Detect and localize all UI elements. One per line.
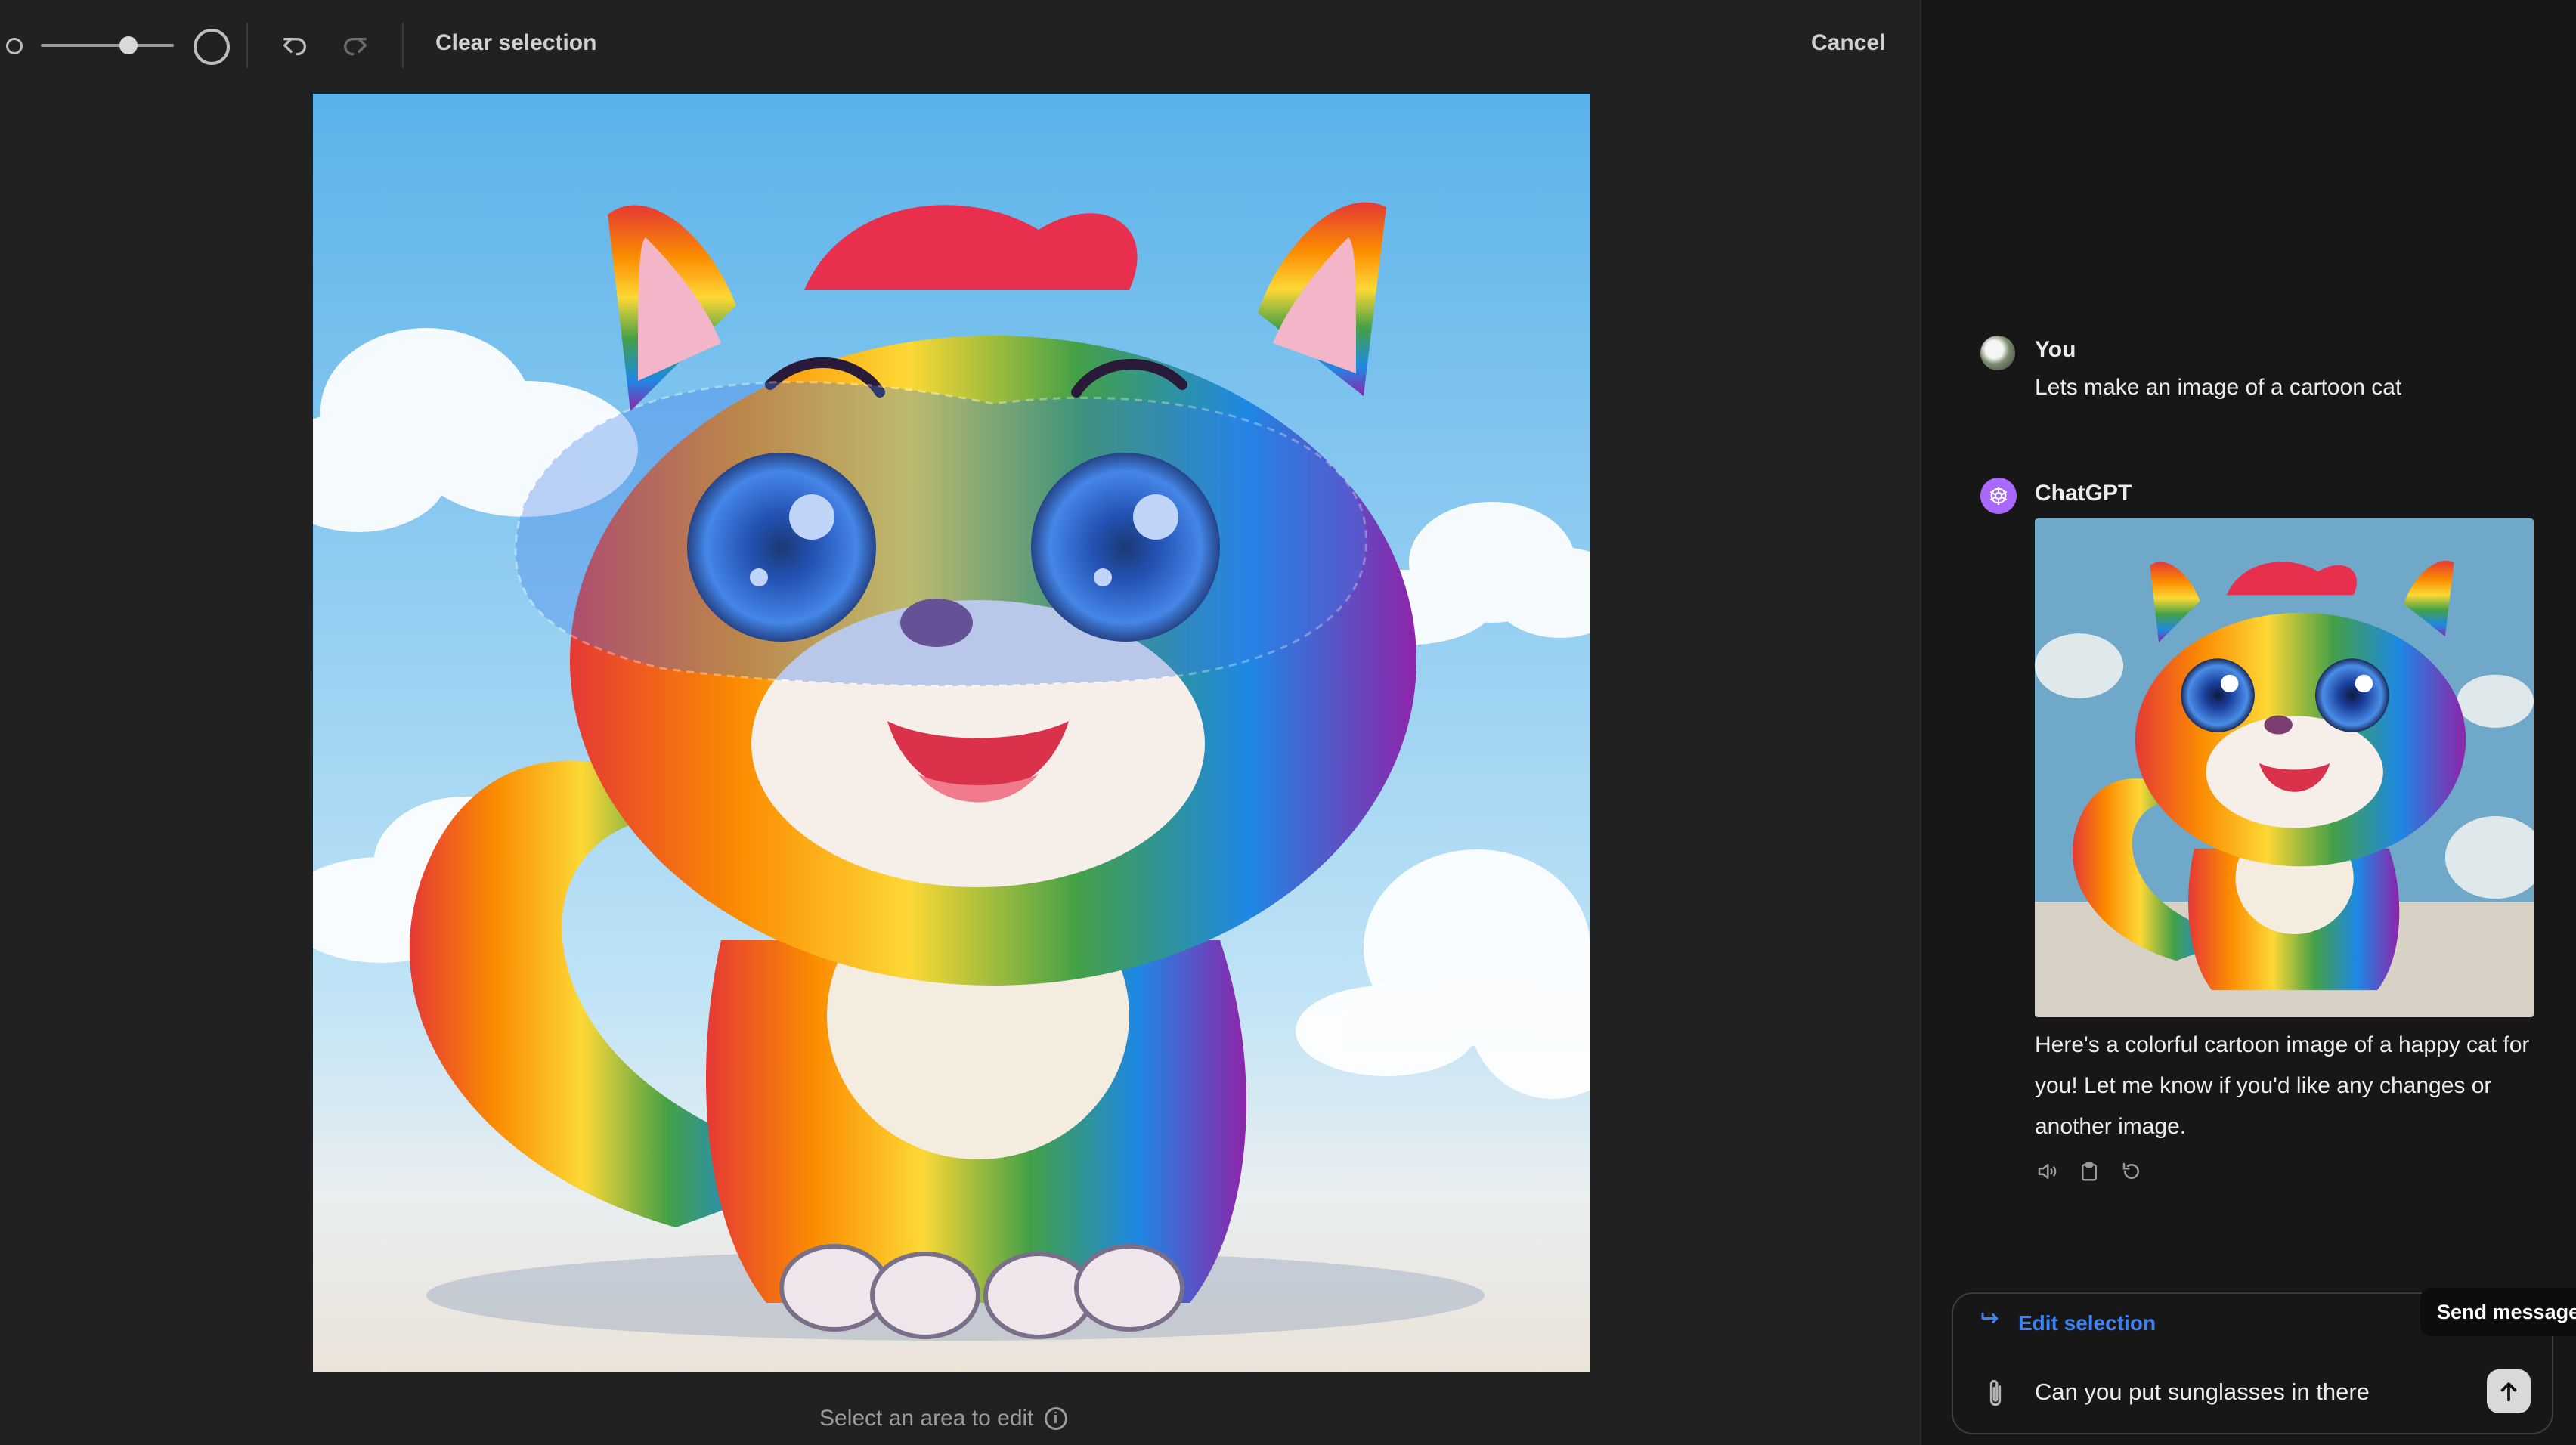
editor-panel: Clear selection Cancel Select an area to… (0, 0, 1920, 1445)
brush-size-slider-knob[interactable] (119, 36, 138, 54)
refresh-icon[interactable] (2119, 1159, 2144, 1184)
editor-toolbar: Clear selection Cancel (0, 0, 1920, 94)
brush-large-icon[interactable] (194, 29, 230, 65)
brush-small-icon[interactable] (6, 38, 23, 54)
redo-icon[interactable] (337, 27, 373, 63)
chatgpt-avatar (1980, 478, 2017, 514)
arrow-up-icon (2500, 1382, 2517, 1402)
send-button[interactable] (2487, 1369, 2531, 1413)
generated-image-thumbnail[interactable] (2035, 518, 2534, 1017)
clipboard-icon[interactable] (2077, 1159, 2101, 1184)
edit-selection-label: Edit selection (2018, 1310, 2156, 1335)
brush-size-slider[interactable] (41, 44, 174, 47)
message-author-assistant: ChatGPT (2035, 481, 2132, 506)
clear-selection-button[interactable]: Clear selection (435, 30, 596, 56)
message-author-user: You (2035, 337, 2076, 362)
arrow-turn-icon (1979, 1309, 2002, 1337)
send-message-tooltip: Send message (2420, 1288, 2576, 1336)
user-avatar (1980, 336, 2015, 370)
paperclip-icon[interactable] (1983, 1377, 2008, 1410)
info-icon[interactable]: i (1044, 1407, 1067, 1430)
message-input[interactable]: Can you put sunglasses in there (2035, 1378, 2370, 1406)
toolbar-divider (246, 23, 248, 68)
speaker-icon[interactable] (2035, 1159, 2059, 1184)
message-text-assistant: Here's a colorful cartoon image of a hap… (2035, 1032, 2530, 1139)
select-area-hint-text: Select an area to edit (819, 1406, 1034, 1431)
message-text-user: Lets make an image of a cartoon cat (2035, 375, 2402, 400)
message-actions (2035, 1159, 2144, 1184)
toolbar-divider (402, 23, 404, 68)
undo-icon[interactable] (277, 27, 313, 63)
edit-selection-indicator: Edit selection (1979, 1309, 2156, 1337)
cancel-button[interactable]: Cancel (1811, 30, 1885, 56)
select-area-hint: Select an area to edit i (819, 1406, 1067, 1431)
edit-canvas-image[interactable] (313, 94, 1590, 1372)
